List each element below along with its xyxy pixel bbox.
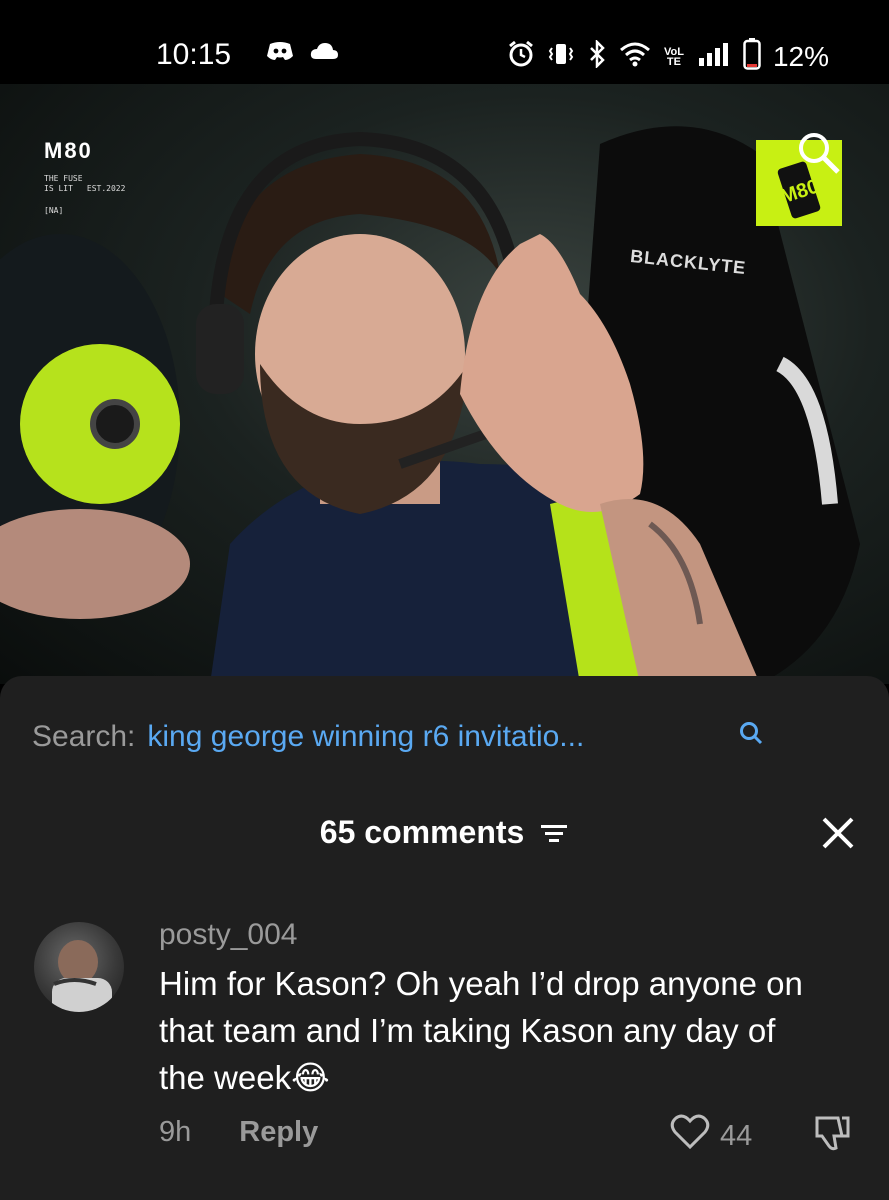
like-count: 44 [720, 1119, 753, 1152]
comment-username[interactable]: posty_004 [159, 918, 297, 952]
overlay-line2: IS LIT [44, 184, 73, 193]
status-bar: 10:15 VoLTE 12% [0, 0, 889, 84]
like-button[interactable]: 44 [670, 1114, 752, 1158]
search-suggestion[interactable]: Search: king george winning r6 invitatio… [32, 720, 584, 754]
overlay-est: EST.2022 [86, 184, 126, 193]
bluetooth-icon [587, 38, 607, 73]
close-icon[interactable] [821, 816, 855, 855]
signal-icon [697, 42, 731, 71]
search-query[interactable]: king george winning r6 invitatio... [147, 720, 584, 754]
overlay-tagline: THE FUSE IS LIT EST.2022 [NA] [44, 174, 125, 216]
cloud-icon [309, 41, 339, 66]
status-right-icons: VoLTE 12% [507, 38, 829, 75]
comment-time: 9h [159, 1116, 192, 1148]
overlay-line1: THE FUSE [44, 174, 83, 183]
overlay-brand: M80 [44, 138, 93, 163]
status-left-icons [265, 40, 339, 67]
heart-icon[interactable] [670, 1114, 710, 1158]
comments-count: 65 comments [319, 814, 525, 850]
wifi-icon [619, 41, 651, 72]
vibrate-icon [547, 40, 575, 73]
avatar[interactable] [34, 922, 124, 1012]
comment-meta: 9h Reply [159, 1116, 318, 1149]
volte-label: VoLTE [663, 45, 684, 68]
status-time: 10:15 [156, 38, 232, 71]
battery-percent: 12% [772, 40, 829, 72]
search-icon-video[interactable] [796, 130, 842, 181]
dislike-icon[interactable] [812, 1114, 852, 1157]
comments-sheet: Search: king george winning r6 invitatio… [0, 676, 889, 1200]
reply-button[interactable]: Reply [239, 1116, 318, 1149]
filter-icon[interactable] [539, 816, 569, 853]
alarm-icon [507, 40, 535, 73]
battery-icon [743, 38, 761, 75]
search-prefix: Search: [32, 720, 136, 753]
overlay-logo: M80 THE FUSE IS LIT EST.2022 [NA] [44, 138, 125, 216]
comment-text: Him for Kason? Oh yeah I’d drop anyone o… [159, 965, 803, 1096]
overlay-region: [NA] [44, 206, 64, 215]
video-player[interactable]: M80 THE FUSE IS LIT EST.2022 [NA] M80 BL… [0, 84, 889, 684]
search-icon[interactable] [738, 720, 764, 751]
discord-icon [265, 40, 295, 67]
comments-header[interactable]: 65 comments [0, 814, 889, 853]
